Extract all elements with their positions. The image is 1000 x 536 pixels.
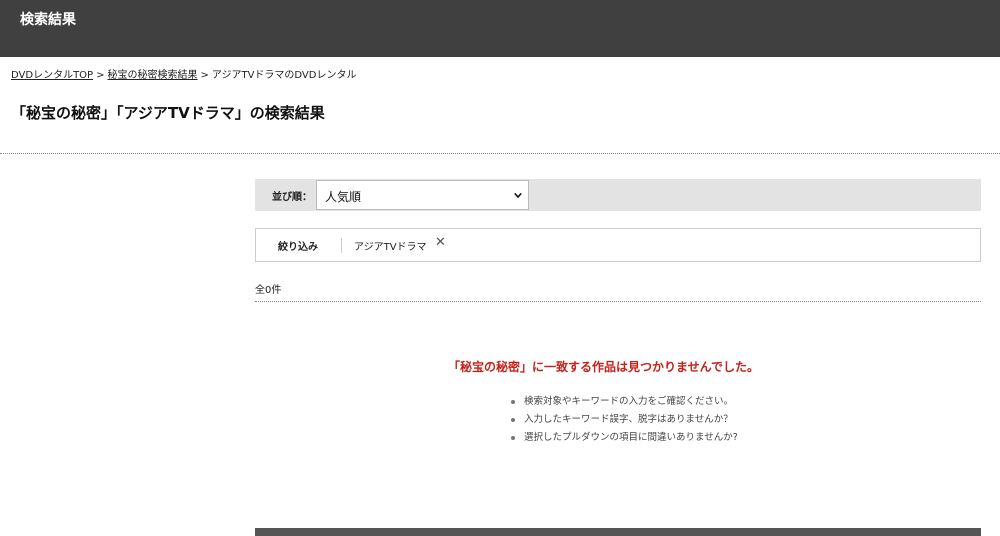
header-title: 検索結果 [20,12,76,28]
divider [0,153,1000,154]
breadcrumb-item-search-results[interactable]: 秘宝の秘密検索結果 [107,70,197,81]
breadcrumb-item-dvd-rental-top[interactable]: DVDレンタルTOP [11,70,93,81]
sort-label: 並び順： [272,192,312,203]
page-title: 「秘宝の秘密」「アジアTVドラマ」の検索結果 [11,104,325,122]
breadcrumb-separator: > [96,70,105,81]
breadcrumb-item-current: アジアTVドラマのDVDレンタル [211,70,357,81]
hint-list: 検索対象やキーワードの入力をご確認ください。 入力したキーワード誤字、脱字はあり… [510,396,738,450]
footer-bar [255,528,981,536]
sort-bar: 並び順： 人気順 [255,179,981,211]
sort-select-value: 人気順 [325,190,362,204]
hint-item: 検索対象やキーワードの入力をご確認ください。 [510,396,738,414]
header-bar: 検索結果 [0,0,1000,57]
breadcrumb-separator: > [200,70,209,81]
sort-select[interactable]: 人気順 [316,180,529,210]
chevron-down-icon [514,192,522,199]
filter-box: 絞り込み アジアTVドラマ ✕ [255,228,981,262]
active-filter-chip: アジアTVドラマ [354,242,427,253]
filter-label: 絞り込み [278,242,318,253]
hint-item: 選択したプルダウンの項目に間違いありませんか? [510,432,738,450]
filter-divider [341,238,342,253]
no-results-message: 「秘宝の秘密」に一致する作品は見つかりませんでした。 [448,360,760,374]
divider [255,301,981,302]
breadcrumb: DVDレンタルTOP > 秘宝の秘密検索結果 > アジアTVドラマのDVDレンタル [11,66,356,81]
hint-item: 入力したキーワード誤字、脱字はありませんか？ [510,414,738,432]
close-icon[interactable]: ✕ [435,235,446,250]
result-count: 全0件 [255,285,282,296]
